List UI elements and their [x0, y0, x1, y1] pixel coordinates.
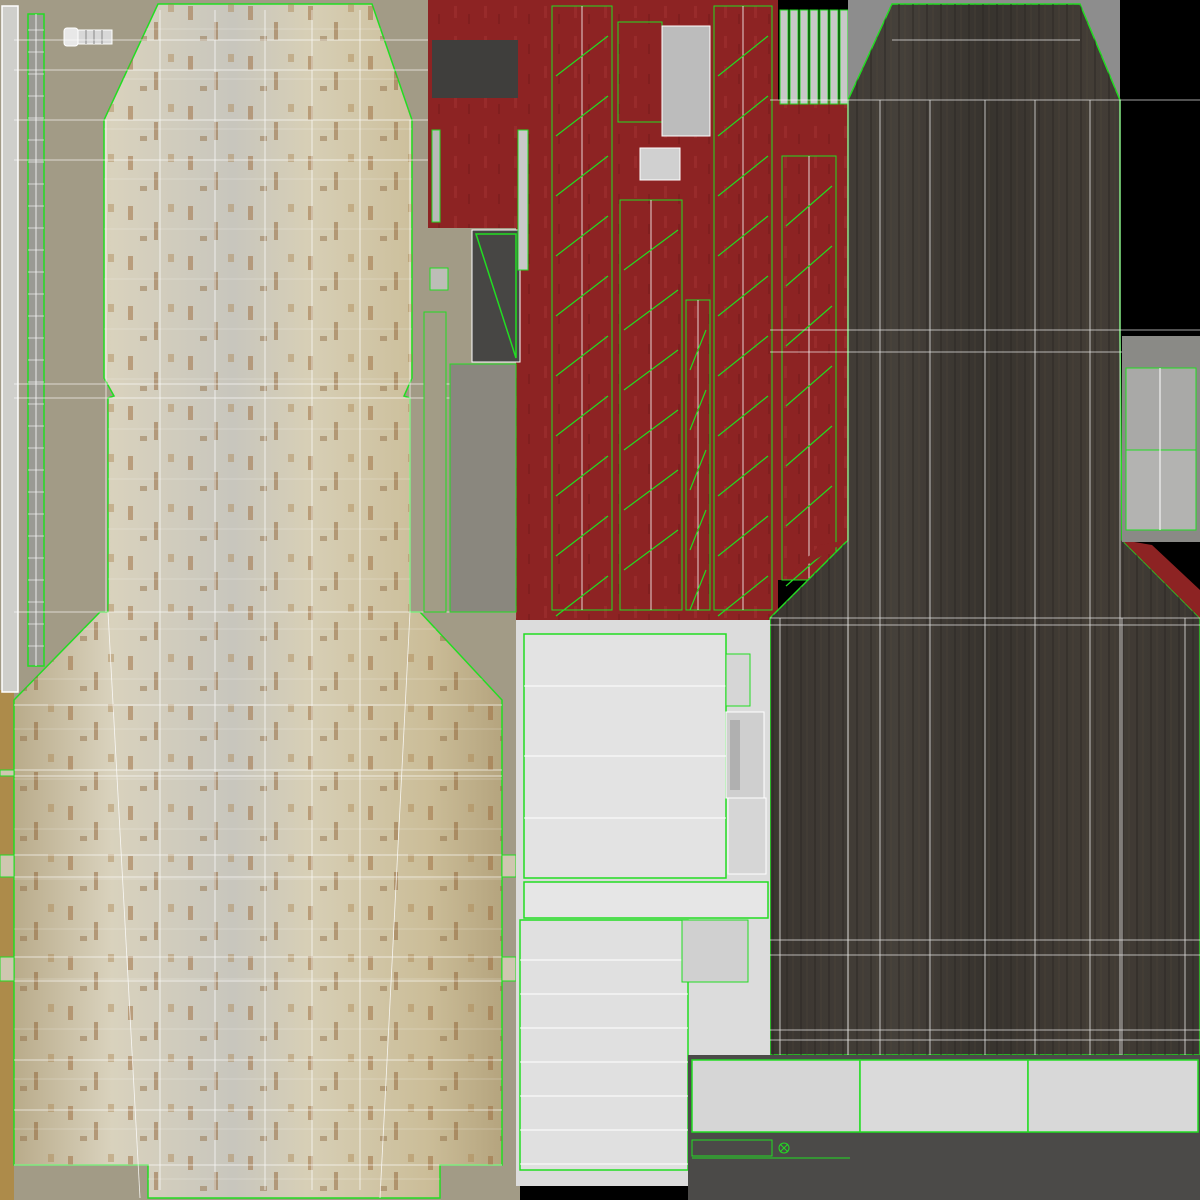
gray-small-island	[1122, 336, 1200, 542]
red-parts-island	[423, 0, 849, 620]
uv-texture-sheet	[0, 0, 1200, 1200]
uv-layout-canvas	[0, 0, 1200, 1200]
bolt-icon	[63, 27, 113, 47]
bottom-gray-strips-island	[688, 1055, 1200, 1200]
beige-margin-edge	[0, 690, 14, 1200]
